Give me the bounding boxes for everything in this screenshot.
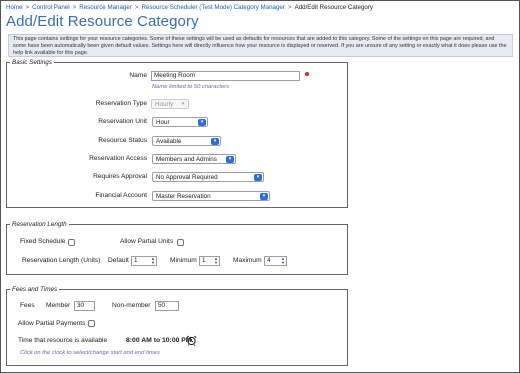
reservation-unit-value: Hour: [156, 119, 170, 126]
breadcrumb-separator: >: [72, 4, 77, 11]
fixed-schedule-checkbox[interactable]: [68, 239, 75, 246]
requires-approval-label: Requires Approval: [93, 173, 147, 180]
stepper-arrows-icon[interactable]: ▲ ▼: [281, 257, 285, 265]
fees-times-legend: Fees and Times: [12, 286, 58, 293]
breadcrumb-current: Add/Edit Resource Category: [294, 4, 373, 11]
resource-status-select[interactable]: Available ▾: [152, 136, 221, 146]
financial-account-select[interactable]: Master Reservation ▾: [152, 191, 270, 201]
resource-status-label: Resource Status: [98, 137, 147, 144]
chevron-updown-icon: ▾: [254, 174, 262, 181]
breadcrumb-separator: >: [134, 4, 139, 11]
financial-account-value: Master Reservation: [156, 193, 211, 200]
breadcrumb-home[interactable]: Home: [6, 4, 23, 11]
chevron-updown-icon: ▾: [260, 193, 268, 200]
fixed-schedule-label: Fixed Schedule: [20, 238, 66, 245]
reservation-access-select[interactable]: Members and Admins ▾: [152, 154, 236, 164]
name-label: Name: [129, 72, 147, 79]
minimum-label: Minimum: [170, 257, 197, 264]
units-label: Reservation Length (Units): [22, 257, 101, 264]
reservation-unit-select[interactable]: Hour ▾: [152, 117, 208, 127]
name-hint: Name limited to 50 characters: [152, 84, 230, 90]
nonmember-label: Non-member: [112, 302, 151, 309]
requires-approval-select[interactable]: No Approval Required ▾: [152, 172, 264, 182]
member-fee-field[interactable]: 30: [74, 301, 95, 311]
intro-text: This page contains settings for your res…: [8, 34, 513, 57]
reservation-type-value: Hourly: [155, 101, 174, 108]
requires-approval-value: No Approval Required: [156, 174, 218, 181]
maximum-value: 4: [267, 257, 271, 264]
breadcrumb-control-panel[interactable]: Control Panel: [32, 4, 70, 11]
default-stepper[interactable]: 1 ▲ ▼: [131, 256, 157, 266]
default-label: Default: [108, 257, 129, 264]
time-available-label: Time that resource is available: [18, 337, 108, 344]
reservation-access-value: Members and Admins: [156, 156, 217, 163]
reservation-length-section: Reservation Length: [6, 221, 348, 275]
chevron-updown-icon: ▾: [211, 138, 219, 145]
allow-partial-payments-label: Allow Partial Payments: [18, 320, 86, 327]
chevron-updown-icon: ▾: [226, 156, 234, 163]
minimum-stepper[interactable]: 1 ▲ ▼: [199, 256, 220, 266]
reservation-access-label: Reservation Access: [89, 155, 147, 162]
financial-account-label: Financial Account: [95, 192, 147, 199]
name-field[interactable]: Meeting Room: [151, 71, 300, 81]
minimum-value: 1: [202, 257, 206, 264]
basic-settings-section: Basic Settings: [6, 59, 348, 208]
chevron-updown-icon: ▾: [181, 101, 185, 107]
allow-partial-units-label: Allow Partial Units: [120, 238, 174, 245]
breadcrumb-resource-manager[interactable]: Resource Manager: [79, 4, 132, 11]
allow-partial-payments-checkbox[interactable]: [88, 320, 95, 327]
time-available-value: 8:00 AM to 10:00 PM: [126, 337, 192, 344]
breadcrumb-separator: >: [287, 4, 292, 11]
chevron-updown-icon: ▾: [198, 119, 206, 126]
fees-label: Fees: [20, 302, 35, 309]
stepper-arrows-icon[interactable]: ▲ ▼: [151, 257, 155, 265]
basic-settings-legend: Basic Settings: [12, 59, 52, 66]
reservation-type-label: Reservation Type: [95, 100, 147, 107]
breadcrumb-separator: >: [25, 4, 30, 11]
default-value: 1: [134, 257, 138, 264]
breadcrumb: Home > Control Panel > Resource Manager > Reso…: [6, 4, 373, 11]
time-hint: Click on the clock to select/change star…: [20, 350, 160, 356]
breadcrumb-category-manager[interactable]: Resource Scheduler (Test Mode) Category …: [142, 4, 285, 11]
resource-status-value: Available: [156, 138, 182, 145]
alarm-clock-icon[interactable]: [186, 335, 197, 348]
required-dot-icon: [305, 72, 309, 76]
reservation-length-legend: Reservation Length: [12, 221, 67, 228]
allow-partial-units-checkbox[interactable]: [177, 239, 184, 246]
reservation-type-select: Hourly ▾: [151, 99, 189, 109]
page-title: Add/Edit Resource Category: [6, 13, 199, 30]
member-label: Member: [46, 302, 71, 309]
maximum-stepper[interactable]: 4 ▲ ▼: [264, 256, 287, 266]
maximum-label: Maximum: [233, 257, 262, 264]
stepper-arrows-icon[interactable]: ▲ ▼: [214, 257, 218, 265]
reservation-unit-label: Reservation Unit: [98, 118, 147, 125]
nonmember-fee-field[interactable]: 50: [155, 301, 179, 311]
